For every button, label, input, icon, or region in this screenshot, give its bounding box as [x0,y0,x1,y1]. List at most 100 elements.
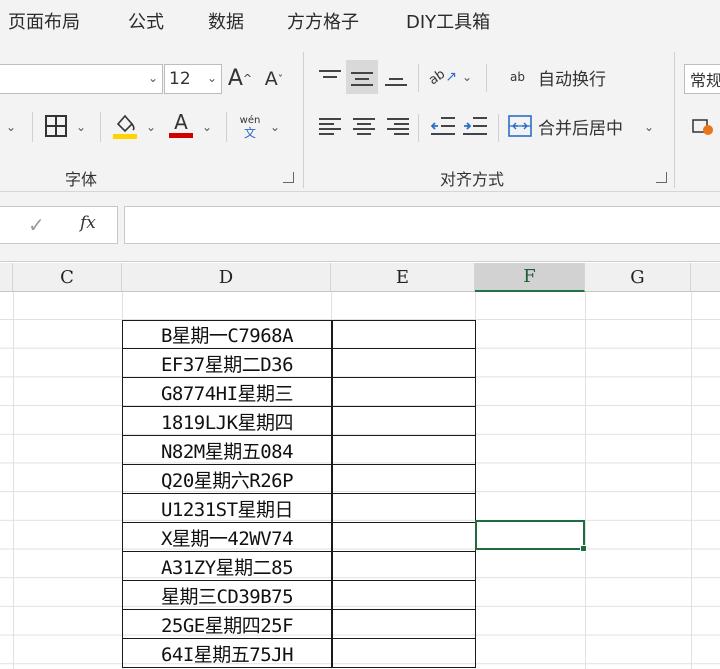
borders-icon [45,115,67,137]
gridline [691,292,692,669]
cell-d-value: 1819LJK星期四 [160,411,294,434]
increase-indent-icon [463,117,487,135]
column-header-d[interactable]: D [122,263,331,292]
table-row[interactable]: G8774HI星期三 [122,377,476,407]
decrease-indent-button[interactable] [428,110,458,142]
table-row[interactable]: 1819LJK星期四 [122,406,476,436]
font-group-label: 字体 [65,170,98,189]
divider [226,112,227,142]
phonetic-bottom-text: 文 [243,126,256,140]
table-row[interactable]: A31ZY星期二85 [122,551,476,581]
group-divider [303,52,304,188]
font-color-button[interactable]: A [166,106,196,142]
cell-d-value: N82M星期五084 [160,440,294,463]
divider [486,64,487,92]
cell-d-value: 星期三CD39B75 [160,585,294,608]
align-center-button[interactable] [348,110,380,142]
align-center-icon [353,117,375,135]
middle-align-button[interactable] [346,60,378,94]
cell-d-value: X星期一42WV74 [160,527,294,550]
shrink-font-icon: A [264,68,278,90]
orientation-button[interactable]: ab ↗ [426,62,460,92]
table-row[interactable]: X星期一42WV74 [122,522,476,552]
chevron-down-icon[interactable]: ⌄ [462,70,472,84]
align-right-icon [387,117,409,135]
tab-formulas[interactable]: 公式 [128,8,164,34]
align-left-icon [319,117,341,135]
insert-function-icon[interactable]: fx [80,213,96,233]
paint-bucket-icon [113,114,137,139]
divider [418,64,419,92]
formula-actions: ✓ fx [0,206,118,244]
number-format-combo[interactable]: 常规 [684,64,720,94]
formula-input[interactable] [124,206,720,244]
tab-fangfang-gezi[interactable]: 方方格子 [287,8,359,34]
table-row[interactable]: 25GE星期四25F [122,609,476,639]
shrink-font-button[interactable]: Aˇ [260,64,288,94]
column-header-f[interactable]: F [475,263,585,292]
borders-button[interactable] [42,112,70,140]
ribbon-tab-bar: 页面布局 公式 数据 方方格子 DIY工具箱 [0,0,720,42]
chevron-down-icon[interactable]: ⌄ [644,120,654,134]
enter-check-icon[interactable]: ✓ [28,213,45,237]
table-row[interactable]: N82M星期五084 [122,435,476,465]
number-format-value: 常规 [690,71,720,90]
column-header-e[interactable]: E [331,263,475,292]
font-color-swatch [169,132,193,138]
chevron-down-icon[interactable]: ⌄ [6,120,16,134]
currency-icon [692,119,713,135]
table-row[interactable]: 星期三CD39B75 [122,580,476,610]
table-row[interactable]: 64I星期五75JH [122,638,476,668]
alignment-group-label: 对齐方式 [440,170,505,189]
chevron-down-icon[interactable]: ⌄ [202,120,212,134]
fill-color-button[interactable] [110,108,140,142]
chevron-down-icon[interactable]: ⌄ [76,120,86,134]
grow-font-button[interactable]: A ^ [227,62,253,94]
chevron-down-icon[interactable]: ⌄ [270,120,280,134]
font-dialog-launcher-icon[interactable] [283,172,294,183]
tab-diy-toolbox[interactable]: DIY工具箱 [406,8,490,34]
ribbon: ⌄ 12 ⌄ A ^ Aˇ ⌄ ⌄ ⌄ A ⌄ wén 文 ⌄ 字体 ab ↗ … [0,42,720,192]
merge-center-button[interactable]: 合并后居中 [508,110,638,142]
divider [418,114,419,142]
fill-handle[interactable] [580,545,587,552]
column-header-partial[interactable] [0,263,13,292]
font-name-combo[interactable]: ⌄ [0,64,163,94]
wrap-text-icon: ab [510,70,525,84]
wrap-text-button[interactable]: ab 自动换行 [510,62,620,92]
top-align-button[interactable] [314,60,346,94]
bottom-align-button[interactable] [380,60,412,94]
cell-d-value: G8774HI星期三 [160,382,294,405]
phonetic-guide-button[interactable]: wén 文 [236,112,264,142]
table-row[interactable]: U1231ST星期日 [122,493,476,523]
alignment-dialog-launcher-icon[interactable] [656,172,667,183]
chevron-down-icon: ⌄ [147,71,158,85]
font-size-combo[interactable]: 12 ⌄ [164,64,222,94]
cell-d-value: Q20星期六R26P [160,469,294,492]
middle-align-icon [351,68,373,86]
cell-d-value: EF37星期二D36 [160,353,294,376]
wrap-text-label: 自动换行 [538,69,606,90]
divider [32,112,33,142]
increase-indent-button[interactable] [460,110,490,142]
table-row[interactable]: B星期一C7968A [122,320,476,349]
align-left-button[interactable] [314,110,346,142]
chevron-down-icon[interactable]: ⌄ [146,120,156,134]
currency-format-button[interactable] [690,114,716,140]
column-header-c[interactable]: C [13,263,122,292]
column-header-g[interactable]: G [585,263,691,292]
column-header-partial[interactable] [691,263,720,292]
align-right-button[interactable] [382,110,414,142]
table-row[interactable]: EF37星期二D36 [122,348,476,378]
active-cell-selection[interactable] [475,520,585,550]
grow-font-icon: A [227,65,243,91]
tab-page-layout[interactable]: 页面布局 [8,8,80,34]
formula-bar: ✓ fx [0,192,720,262]
table-row[interactable]: Q20星期六R26P [122,464,476,494]
bottom-align-icon [385,68,407,86]
cell-d-value: U1231ST星期日 [160,498,294,521]
cell-d-value: 64I星期五75JH [160,643,294,666]
tab-data[interactable]: 数据 [208,8,244,34]
merge-center-icon [508,115,532,137]
divider [498,114,499,142]
